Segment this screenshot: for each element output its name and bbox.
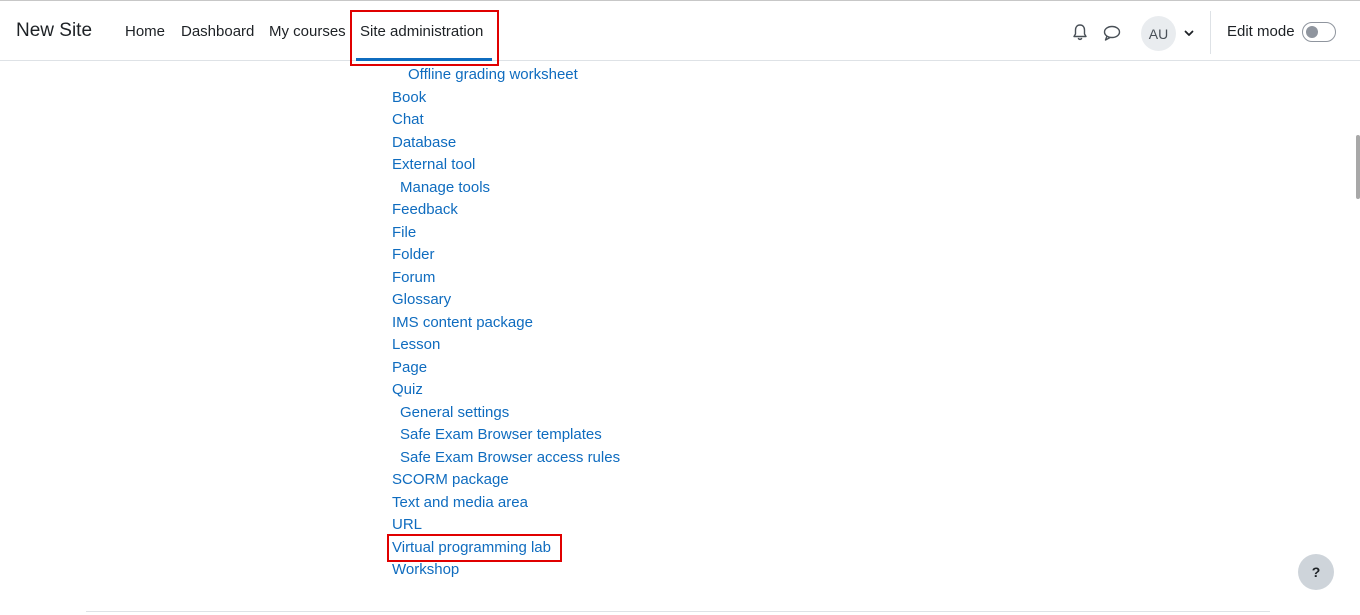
admin-link-workshop[interactable]: Workshop	[392, 561, 459, 578]
avatar[interactable]: AU	[1141, 16, 1176, 51]
admin-link-lesson[interactable]: Lesson	[392, 336, 440, 353]
help-question-icon: ?	[1311, 564, 1321, 580]
admin-link-forum[interactable]: Forum	[392, 269, 435, 286]
edit-mode-toggle[interactable]	[1302, 22, 1336, 42]
admin-link-feedback[interactable]: Feedback	[392, 201, 458, 218]
nav-home[interactable]: Home	[125, 23, 165, 40]
admin-link-glossary[interactable]: Glossary	[392, 291, 451, 308]
admin-link-virtual-programming-lab[interactable]: Virtual programming lab	[392, 539, 551, 556]
admin-link-folder[interactable]: Folder	[392, 246, 435, 263]
admin-link-file[interactable]: File	[392, 224, 416, 241]
message-icon[interactable]	[1100, 21, 1124, 45]
admin-link-manage-tools[interactable]: Manage tools	[400, 179, 490, 196]
admin-link-database[interactable]: Database	[392, 134, 456, 151]
admin-link-offline-grading-worksheet[interactable]: Offline grading worksheet	[408, 66, 578, 83]
admin-link-safe-exam-browser-templates[interactable]: Safe Exam Browser templates	[400, 426, 602, 443]
edit-mode-label: Edit mode	[1227, 23, 1295, 40]
admin-link-quiz[interactable]: Quiz	[392, 381, 423, 398]
bell-icon[interactable]	[1068, 20, 1092, 44]
admin-link-safe-exam-browser-access-rules[interactable]: Safe Exam Browser access rules	[400, 449, 620, 466]
navbar-divider	[1210, 11, 1211, 54]
top-navbar: New Site Home Dashboard My courses Site …	[0, 0, 1360, 61]
toggle-knob	[1306, 26, 1318, 38]
nav-dashboard[interactable]: Dashboard	[181, 23, 254, 40]
admin-link-url[interactable]: URL	[392, 516, 422, 533]
active-tab-indicator	[356, 58, 492, 61]
nav-site-administration[interactable]: Site administration	[360, 23, 483, 40]
admin-link-text-and-media-area[interactable]: Text and media area	[392, 494, 528, 511]
admin-link-external-tool[interactable]: External tool	[392, 156, 475, 173]
admin-link-page[interactable]: Page	[392, 359, 427, 376]
nav-my-courses[interactable]: My courses	[269, 23, 346, 40]
site-brand[interactable]: New Site	[16, 20, 92, 42]
admin-link-ims-content-package[interactable]: IMS content package	[392, 314, 533, 331]
admin-link-general-settings[interactable]: General settings	[400, 404, 509, 421]
admin-link-book[interactable]: Book	[392, 89, 426, 106]
footer-divider	[86, 611, 1270, 612]
scrollbar-thumb[interactable]	[1356, 135, 1360, 199]
help-button[interactable]: ?	[1298, 554, 1334, 590]
avatar-initials: AU	[1148, 25, 1169, 42]
admin-link-chat[interactable]: Chat	[392, 111, 424, 128]
admin-link-scorm-package[interactable]: SCORM package	[392, 471, 509, 488]
chevron-down-icon[interactable]	[1177, 21, 1201, 45]
